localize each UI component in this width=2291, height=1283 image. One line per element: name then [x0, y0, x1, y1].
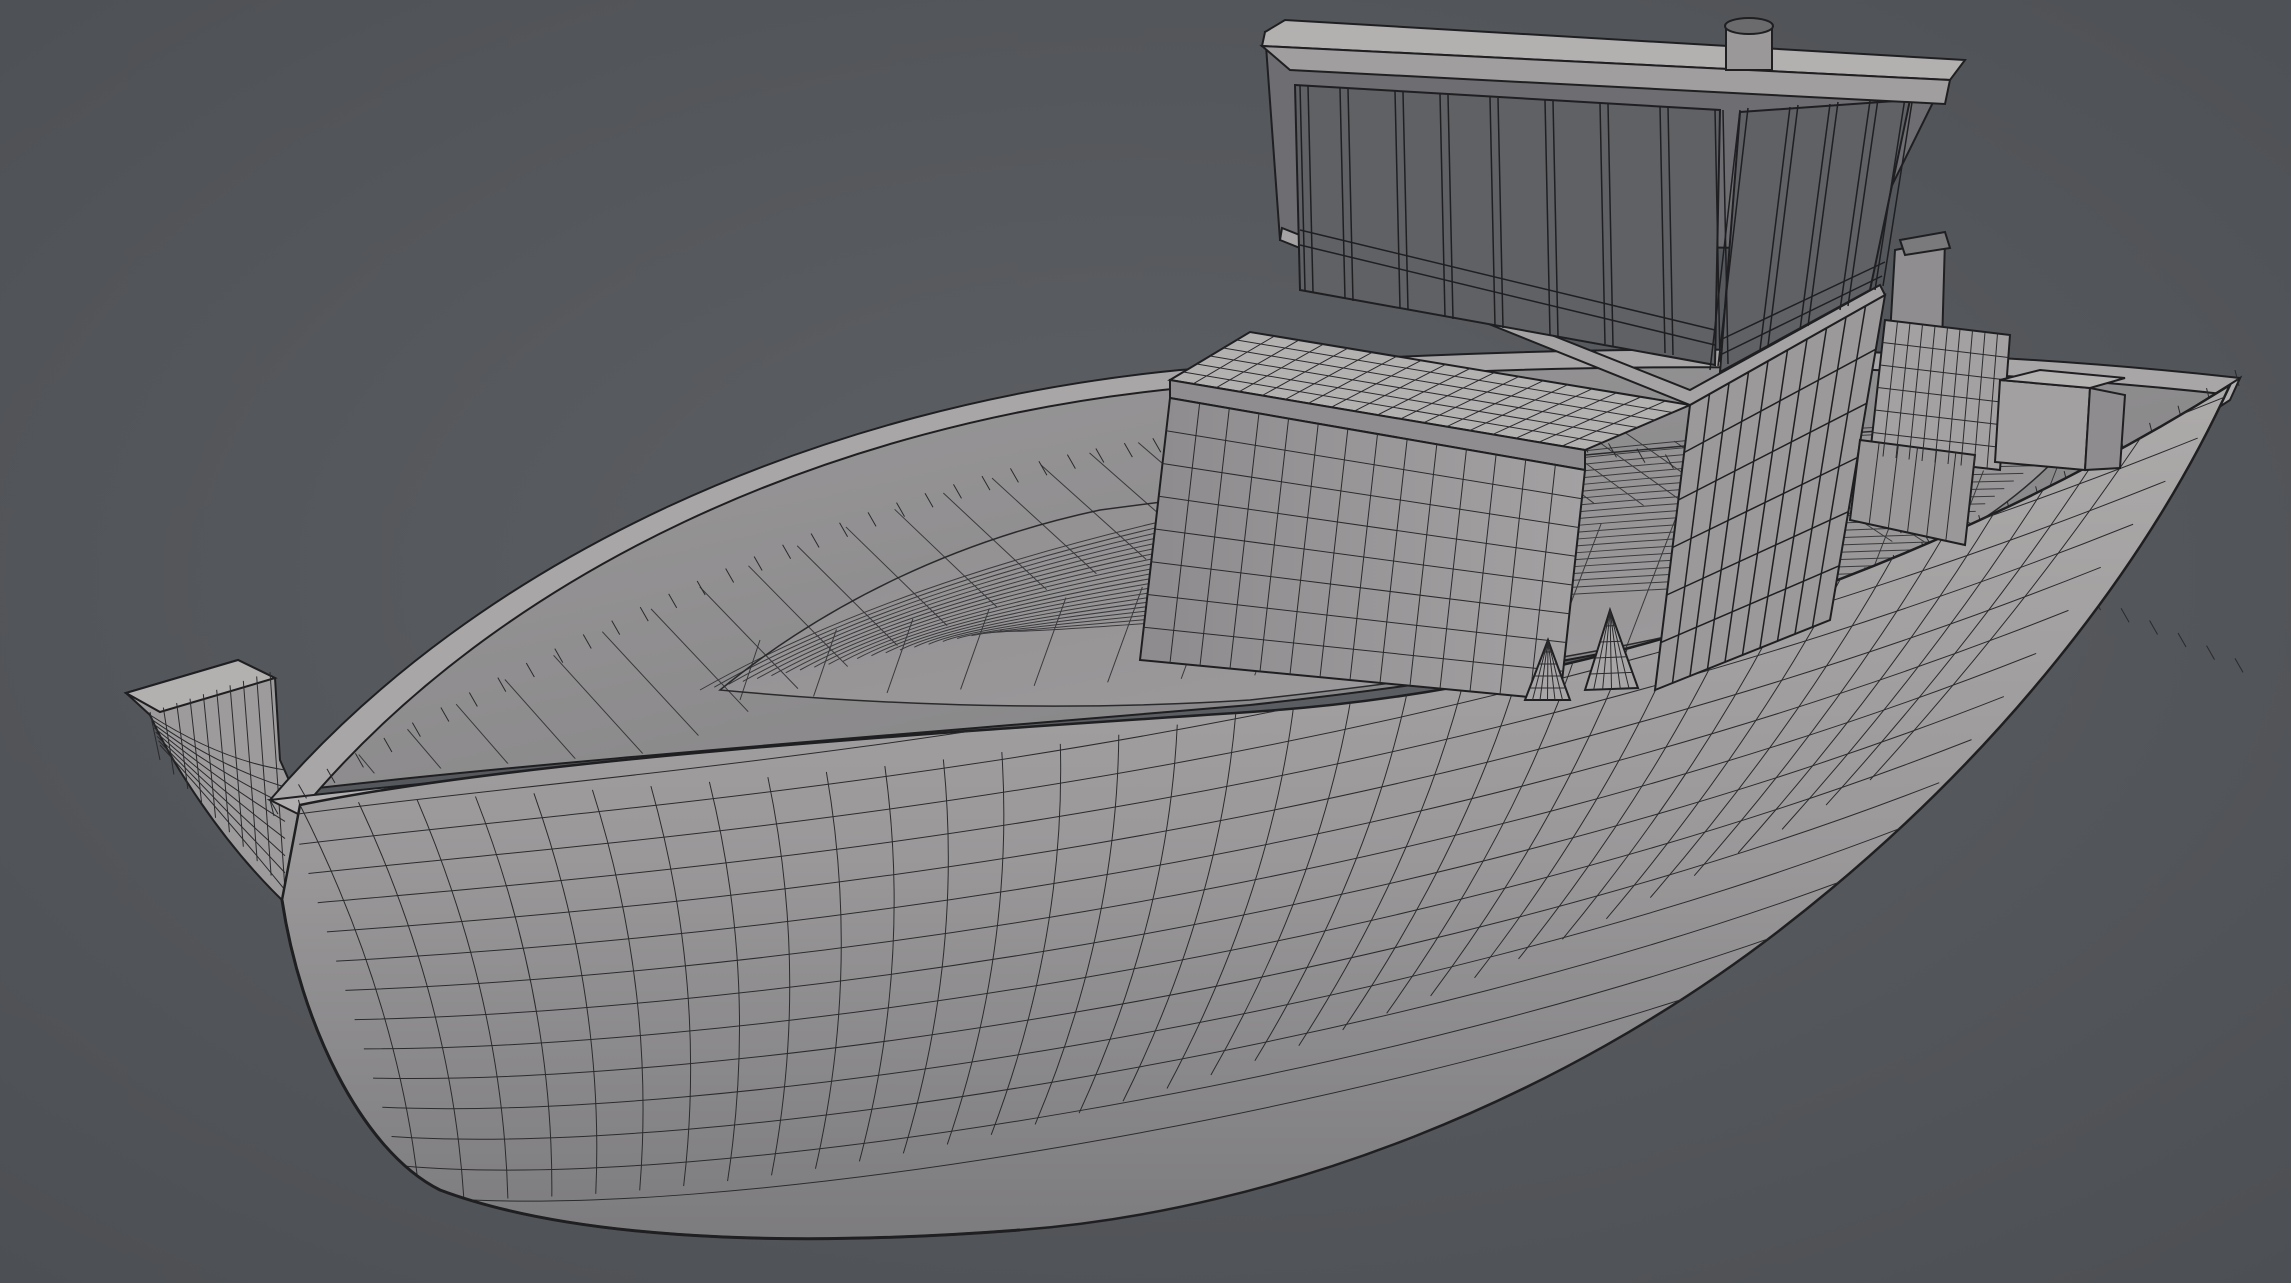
3d-viewport[interactable] — [0, 0, 2291, 1283]
roof-vent-icon — [1724, 17, 1774, 71]
boat-model-render — [0, 0, 2291, 1283]
